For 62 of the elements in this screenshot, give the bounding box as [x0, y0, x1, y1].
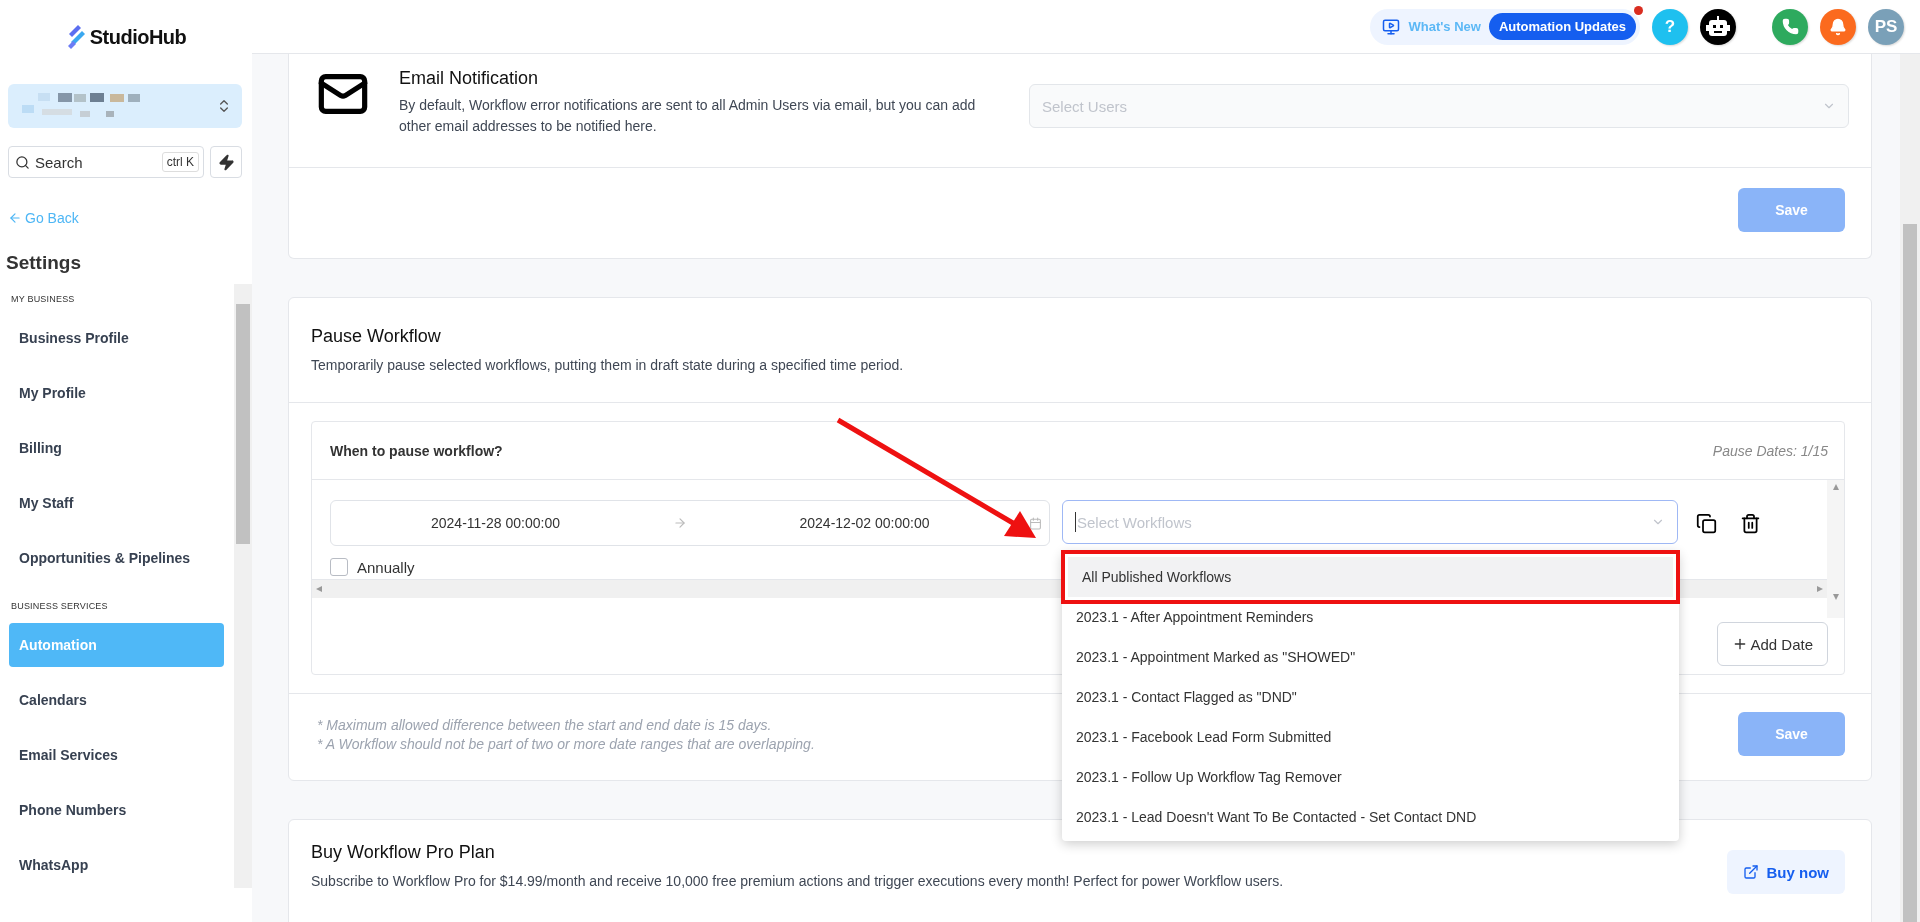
bell-icon: [1829, 17, 1847, 36]
sidebar-item[interactable]: Billing: [9, 426, 224, 470]
sidebar-item[interactable]: WhatsApp: [9, 843, 224, 887]
dropdown-option[interactable]: 2023.1 - After Appointment Reminders: [1062, 597, 1679, 637]
annually-checkbox[interactable]: Annually: [330, 558, 1050, 576]
sidebar-item[interactable]: My Staff: [9, 481, 224, 525]
arrow-icon: [673, 516, 687, 530]
card-description: By default, Workflow error notifications are sent to all Admin Users via email, but you can add other email addresses to be notified here.: [399, 96, 977, 136]
phone-icon: [1781, 18, 1799, 35]
phone-button[interactable]: [1772, 8, 1808, 45]
scrollbar[interactable]: [1900, 54, 1920, 922]
updates-badge: Automation Updates: [1488, 13, 1636, 40]
notifications-button[interactable]: [1820, 8, 1856, 45]
buy-now-button[interactable]: Buy now: [1726, 850, 1845, 894]
sidebar-item[interactable]: My Profile: [9, 371, 224, 415]
section-label: MY BUSINESS: [10, 293, 76, 306]
card-description: Subscribe to Workflow Pro for $14.99/month and receive 10,000 free premium actions and trigger executions every month! Perfect for power Workflow users.: [311, 872, 1284, 891]
card-title: Buy Workflow Pro Plan: [311, 842, 495, 863]
add-date-button[interactable]: Add Date: [1717, 622, 1828, 666]
sidebar-item[interactable]: Business Profile: [9, 316, 224, 360]
whats-new-label: What's New: [1408, 19, 1481, 34]
section-label: BUSINESS SERVICES: [10, 600, 109, 613]
video-icon: [1382, 17, 1401, 36]
notification-dot: [1634, 5, 1643, 15]
sidebar-item[interactable]: Opportunities & Pipelines: [9, 536, 224, 580]
footnote: * Maximum allowed difference between the start and end date is 15 days.: [317, 716, 773, 733]
copy-icon: [1695, 512, 1717, 534]
external-link-icon: [1742, 864, 1759, 880]
pause-dates-count: Pause Dates: 1/15: [1712, 442, 1828, 459]
account-switcher[interactable]: [8, 84, 242, 128]
dropdown-option[interactable]: 2023.1 - Follow Up Workflow Tag Remover: [1062, 757, 1679, 797]
footnote: * A Workflow should not be part of two or more date ranges that are overlapping.: [317, 735, 815, 752]
settings-heading: Settings: [6, 252, 82, 274]
card-title: Pause Workflow: [311, 326, 441, 347]
scroll-right-icon[interactable]: [1817, 586, 1823, 592]
scrollbar[interactable]: [234, 284, 252, 888]
date-range-field[interactable]: 2024-11-28 00:00:00 2024-12-02 00:00:00: [330, 500, 1050, 546]
brand-name: StudioHub: [89, 25, 187, 49]
card-description: Temporarily pause selected workflows, putting them in draft state during a specified time period.: [311, 356, 905, 375]
lightning-icon: [217, 153, 235, 171]
scroll-up-icon[interactable]: [1832, 484, 1839, 490]
trash-icon: [1739, 512, 1761, 534]
scroll-down-icon[interactable]: [1832, 594, 1839, 600]
dropdown-option[interactable]: 2023.1 - Appointment Marked as "SHOWED": [1062, 637, 1679, 677]
dropdown-option[interactable]: 2023.1 - Facebook Lead Form Submitted: [1062, 717, 1679, 757]
search-icon: [15, 154, 30, 170]
bot-button[interactable]: [1700, 8, 1736, 45]
dropdown-option[interactable]: 2023.1 - Contact Flagged as "DND": [1062, 677, 1679, 717]
sidebar-item[interactable]: Phone Numbers: [9, 788, 224, 832]
scroll-left-icon[interactable]: [316, 586, 322, 592]
quick-action-button[interactable]: [210, 146, 242, 178]
whats-new-pill[interactable]: What's New Automation Updates: [1370, 8, 1640, 45]
card-title: Email Notification: [399, 68, 539, 89]
shortcut-hint: ctrl K: [161, 152, 199, 172]
search-field[interactable]: Search ctrl K: [8, 146, 204, 178]
dropdown-option[interactable]: 2023.1 - Lead Doesn't Want To Be Contacted - Set Contact DND: [1062, 797, 1679, 837]
sidebar-item[interactable]: Email Services: [9, 733, 224, 777]
robot-icon: [1706, 15, 1730, 38]
sidebar-item[interactable]: Calendars: [9, 678, 224, 722]
calendar-icon: [1029, 516, 1042, 530]
panel-title: When to pause workflow?: [330, 442, 503, 459]
vertical-scrollbar[interactable]: [1827, 480, 1844, 618]
